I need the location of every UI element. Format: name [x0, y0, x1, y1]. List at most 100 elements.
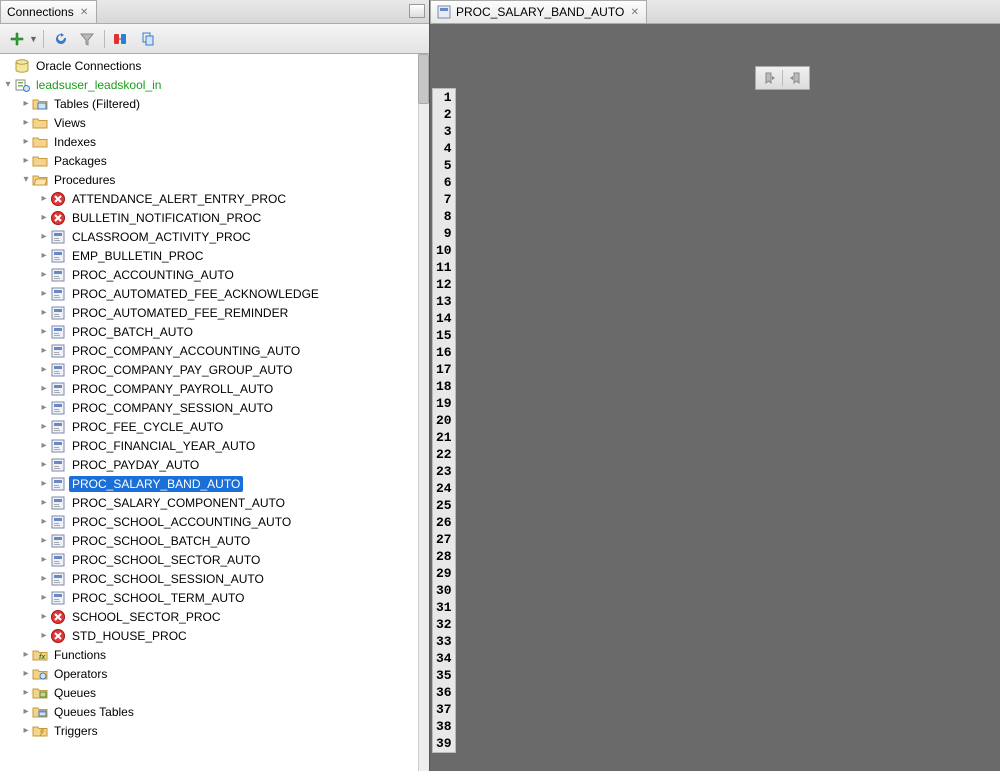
expand-icon[interactable]: ▸: [38, 497, 50, 509]
expand-icon[interactable]: ▸: [20, 687, 32, 699]
tree-item-label: PROC_AUTOMATED_FEE_REMINDER: [69, 305, 291, 321]
tab-connections[interactable]: Connections ✕: [0, 0, 97, 23]
line-number: 27: [436, 531, 452, 548]
copy-button[interactable]: [137, 28, 159, 50]
procedure-proc_school_batch_auto[interactable]: ▸ PROC_SCHOOL_BATCH_AUTO: [2, 531, 429, 550]
bookmark-prev-icon[interactable]: [761, 70, 779, 86]
folder-procedures[interactable]: ▾ Procedures: [2, 170, 429, 189]
folder-queues-tables[interactable]: ▸ Queues Tables: [2, 702, 429, 721]
procedure-proc_automated_fee_reminder[interactable]: ▸ PROC_AUTOMATED_FEE_REMINDER: [2, 303, 429, 322]
procedure-proc_salary_component_auto[interactable]: ▸ PROC_SALARY_COMPONENT_AUTO: [2, 493, 429, 512]
expand-icon[interactable]: ▸: [20, 649, 32, 661]
expand-icon[interactable]: ▸: [38, 459, 50, 471]
expand-icon[interactable]: ▸: [38, 326, 50, 338]
new-connection-button[interactable]: [6, 28, 28, 50]
procedure-proc_school_accounting_auto[interactable]: ▸ PROC_SCHOOL_ACCOUNTING_AUTO: [2, 512, 429, 531]
procedure-proc_automated_fee_acknowledge[interactable]: ▸ PROC_AUTOMATED_FEE_ACKNOWLEDGE: [2, 284, 429, 303]
procedure-proc_financial_year_auto[interactable]: ▸ PROC_FINANCIAL_YEAR_AUTO: [2, 436, 429, 455]
expand-icon[interactable]: ▸: [38, 592, 50, 604]
procedure-proc_company_pay_group_auto[interactable]: ▸ PROC_COMPANY_PAY_GROUP_AUTO: [2, 360, 429, 379]
expand-icon[interactable]: ▸: [20, 117, 32, 129]
expand-icon[interactable]: [2, 60, 14, 72]
minimize-pane-button[interactable]: [409, 4, 425, 18]
scrollbar-thumb[interactable]: [418, 54, 429, 104]
expand-icon[interactable]: ▸: [38, 288, 50, 300]
expand-icon[interactable]: ▸: [20, 136, 32, 148]
editor-area: 1234567891011121314151617181920212223242…: [430, 24, 1000, 771]
proc-icon: [50, 248, 66, 264]
expand-icon[interactable]: ▸: [20, 98, 32, 110]
expand-icon[interactable]: ▸: [38, 554, 50, 566]
expand-icon[interactable]: ▸: [38, 573, 50, 585]
procedure-proc_school_session_auto[interactable]: ▸ PROC_SCHOOL_SESSION_AUTO: [2, 569, 429, 588]
oracle-connections-root[interactable]: Oracle Connections: [2, 56, 429, 75]
procedure-proc_salary_band_auto[interactable]: ▸ PROC_SALARY_BAND_AUTO: [2, 474, 429, 493]
expand-icon[interactable]: ▸: [38, 307, 50, 319]
expand-icon[interactable]: ▸: [38, 478, 50, 490]
folder-queues[interactable]: ▸ Queues: [2, 683, 429, 702]
folder-triggers[interactable]: ▸ Triggers: [2, 721, 429, 740]
folder-packages[interactable]: ▸ Packages: [2, 151, 429, 170]
tns-button[interactable]: [111, 28, 133, 50]
expand-icon[interactable]: ▸: [38, 212, 50, 224]
tree-scrollbar[interactable]: [418, 54, 429, 771]
expand-icon[interactable]: ▸: [38, 193, 50, 205]
procedure-classroom_activity_proc[interactable]: ▸ CLASSROOM_ACTIVITY_PROC: [2, 227, 429, 246]
expand-icon[interactable]: ▸: [38, 250, 50, 262]
folder-operators[interactable]: ▸ Operators: [2, 664, 429, 683]
tab-proc-label: PROC_SALARY_BAND_AUTO: [456, 5, 624, 19]
procedure-proc_school_term_auto[interactable]: ▸ PROC_SCHOOL_TERM_AUTO: [2, 588, 429, 607]
connections-tree[interactable]: Oracle Connections ▾ leadsuser_leadskool…: [0, 54, 429, 771]
expand-icon[interactable]: ▾: [2, 79, 14, 91]
proc-icon: [50, 324, 66, 340]
tree-item-label: PROC_COMPANY_PAY_GROUP_AUTO: [69, 362, 296, 378]
expand-icon[interactable]: ▸: [20, 668, 32, 680]
procedure-std_house_proc[interactable]: ▸ STD_HOUSE_PROC: [2, 626, 429, 645]
procedure-emp_bulletin_proc[interactable]: ▸ EMP_BULLETIN_PROC: [2, 246, 429, 265]
procedure-school_sector_proc[interactable]: ▸ SCHOOL_SECTOR_PROC: [2, 607, 429, 626]
expand-icon[interactable]: ▸: [38, 611, 50, 623]
procedure-proc_company_accounting_auto[interactable]: ▸ PROC_COMPANY_ACCOUNTING_AUTO: [2, 341, 429, 360]
folder-indexes[interactable]: ▸ Indexes: [2, 132, 429, 151]
floating-toolbar[interactable]: [755, 66, 810, 90]
expand-icon[interactable]: ▸: [20, 725, 32, 737]
expand-icon[interactable]: ▸: [38, 440, 50, 452]
folder-tables-filtered-[interactable]: ▸ Tables (Filtered): [2, 94, 429, 113]
close-icon[interactable]: ✕: [79, 7, 90, 18]
filter-button[interactable]: [76, 28, 98, 50]
expand-icon[interactable]: ▸: [38, 364, 50, 376]
procedure-proc_company_session_auto[interactable]: ▸ PROC_COMPANY_SESSION_AUTO: [2, 398, 429, 417]
procedure-attendance_alert_entry_proc[interactable]: ▸ ATTENDANCE_ALERT_ENTRY_PROC: [2, 189, 429, 208]
expand-icon[interactable]: ▸: [38, 383, 50, 395]
expand-icon[interactable]: ▸: [38, 630, 50, 642]
expand-icon[interactable]: ▸: [38, 535, 50, 547]
proc-icon: [50, 400, 66, 416]
procedure-proc_school_sector_auto[interactable]: ▸ PROC_SCHOOL_SECTOR_AUTO: [2, 550, 429, 569]
bookmark-next-icon[interactable]: [786, 70, 804, 86]
folder-functions[interactable]: ▸ fx Functions: [2, 645, 429, 664]
tab-proc-salary-band[interactable]: PROC_SALARY_BAND_AUTO ✕: [430, 0, 647, 23]
line-number: 17: [436, 361, 452, 378]
close-icon[interactable]: ✕: [629, 7, 640, 18]
expand-icon[interactable]: ▸: [38, 516, 50, 528]
procedure-proc_fee_cycle_auto[interactable]: ▸ PROC_FEE_CYCLE_AUTO: [2, 417, 429, 436]
procedure-bulletin_notification_proc[interactable]: ▸ BULLETIN_NOTIFICATION_PROC: [2, 208, 429, 227]
connection-node[interactable]: ▾ leadsuser_leadskool_in: [2, 75, 429, 94]
folder-views[interactable]: ▸ Views: [2, 113, 429, 132]
procedure-proc_payday_auto[interactable]: ▸ PROC_PAYDAY_AUTO: [2, 455, 429, 474]
expand-icon[interactable]: ▸: [38, 421, 50, 433]
expand-icon[interactable]: ▸: [38, 269, 50, 281]
expand-icon[interactable]: ▸: [20, 706, 32, 718]
refresh-button[interactable]: [50, 28, 72, 50]
expand-icon[interactable]: ▸: [38, 402, 50, 414]
procedure-proc_accounting_auto[interactable]: ▸ PROC_ACCOUNTING_AUTO: [2, 265, 429, 284]
procedure-proc_batch_auto[interactable]: ▸ PROC_BATCH_AUTO: [2, 322, 429, 341]
expand-icon[interactable]: ▸: [38, 231, 50, 243]
new-connection-dropdown[interactable]: ▼: [29, 34, 37, 44]
expand-icon[interactable]: ▸: [20, 155, 32, 167]
expand-icon[interactable]: ▾: [20, 174, 32, 186]
expand-icon[interactable]: ▸: [38, 345, 50, 357]
line-number: 23: [436, 463, 452, 480]
line-number: 15: [436, 327, 452, 344]
procedure-proc_company_payroll_auto[interactable]: ▸ PROC_COMPANY_PAYROLL_AUTO: [2, 379, 429, 398]
